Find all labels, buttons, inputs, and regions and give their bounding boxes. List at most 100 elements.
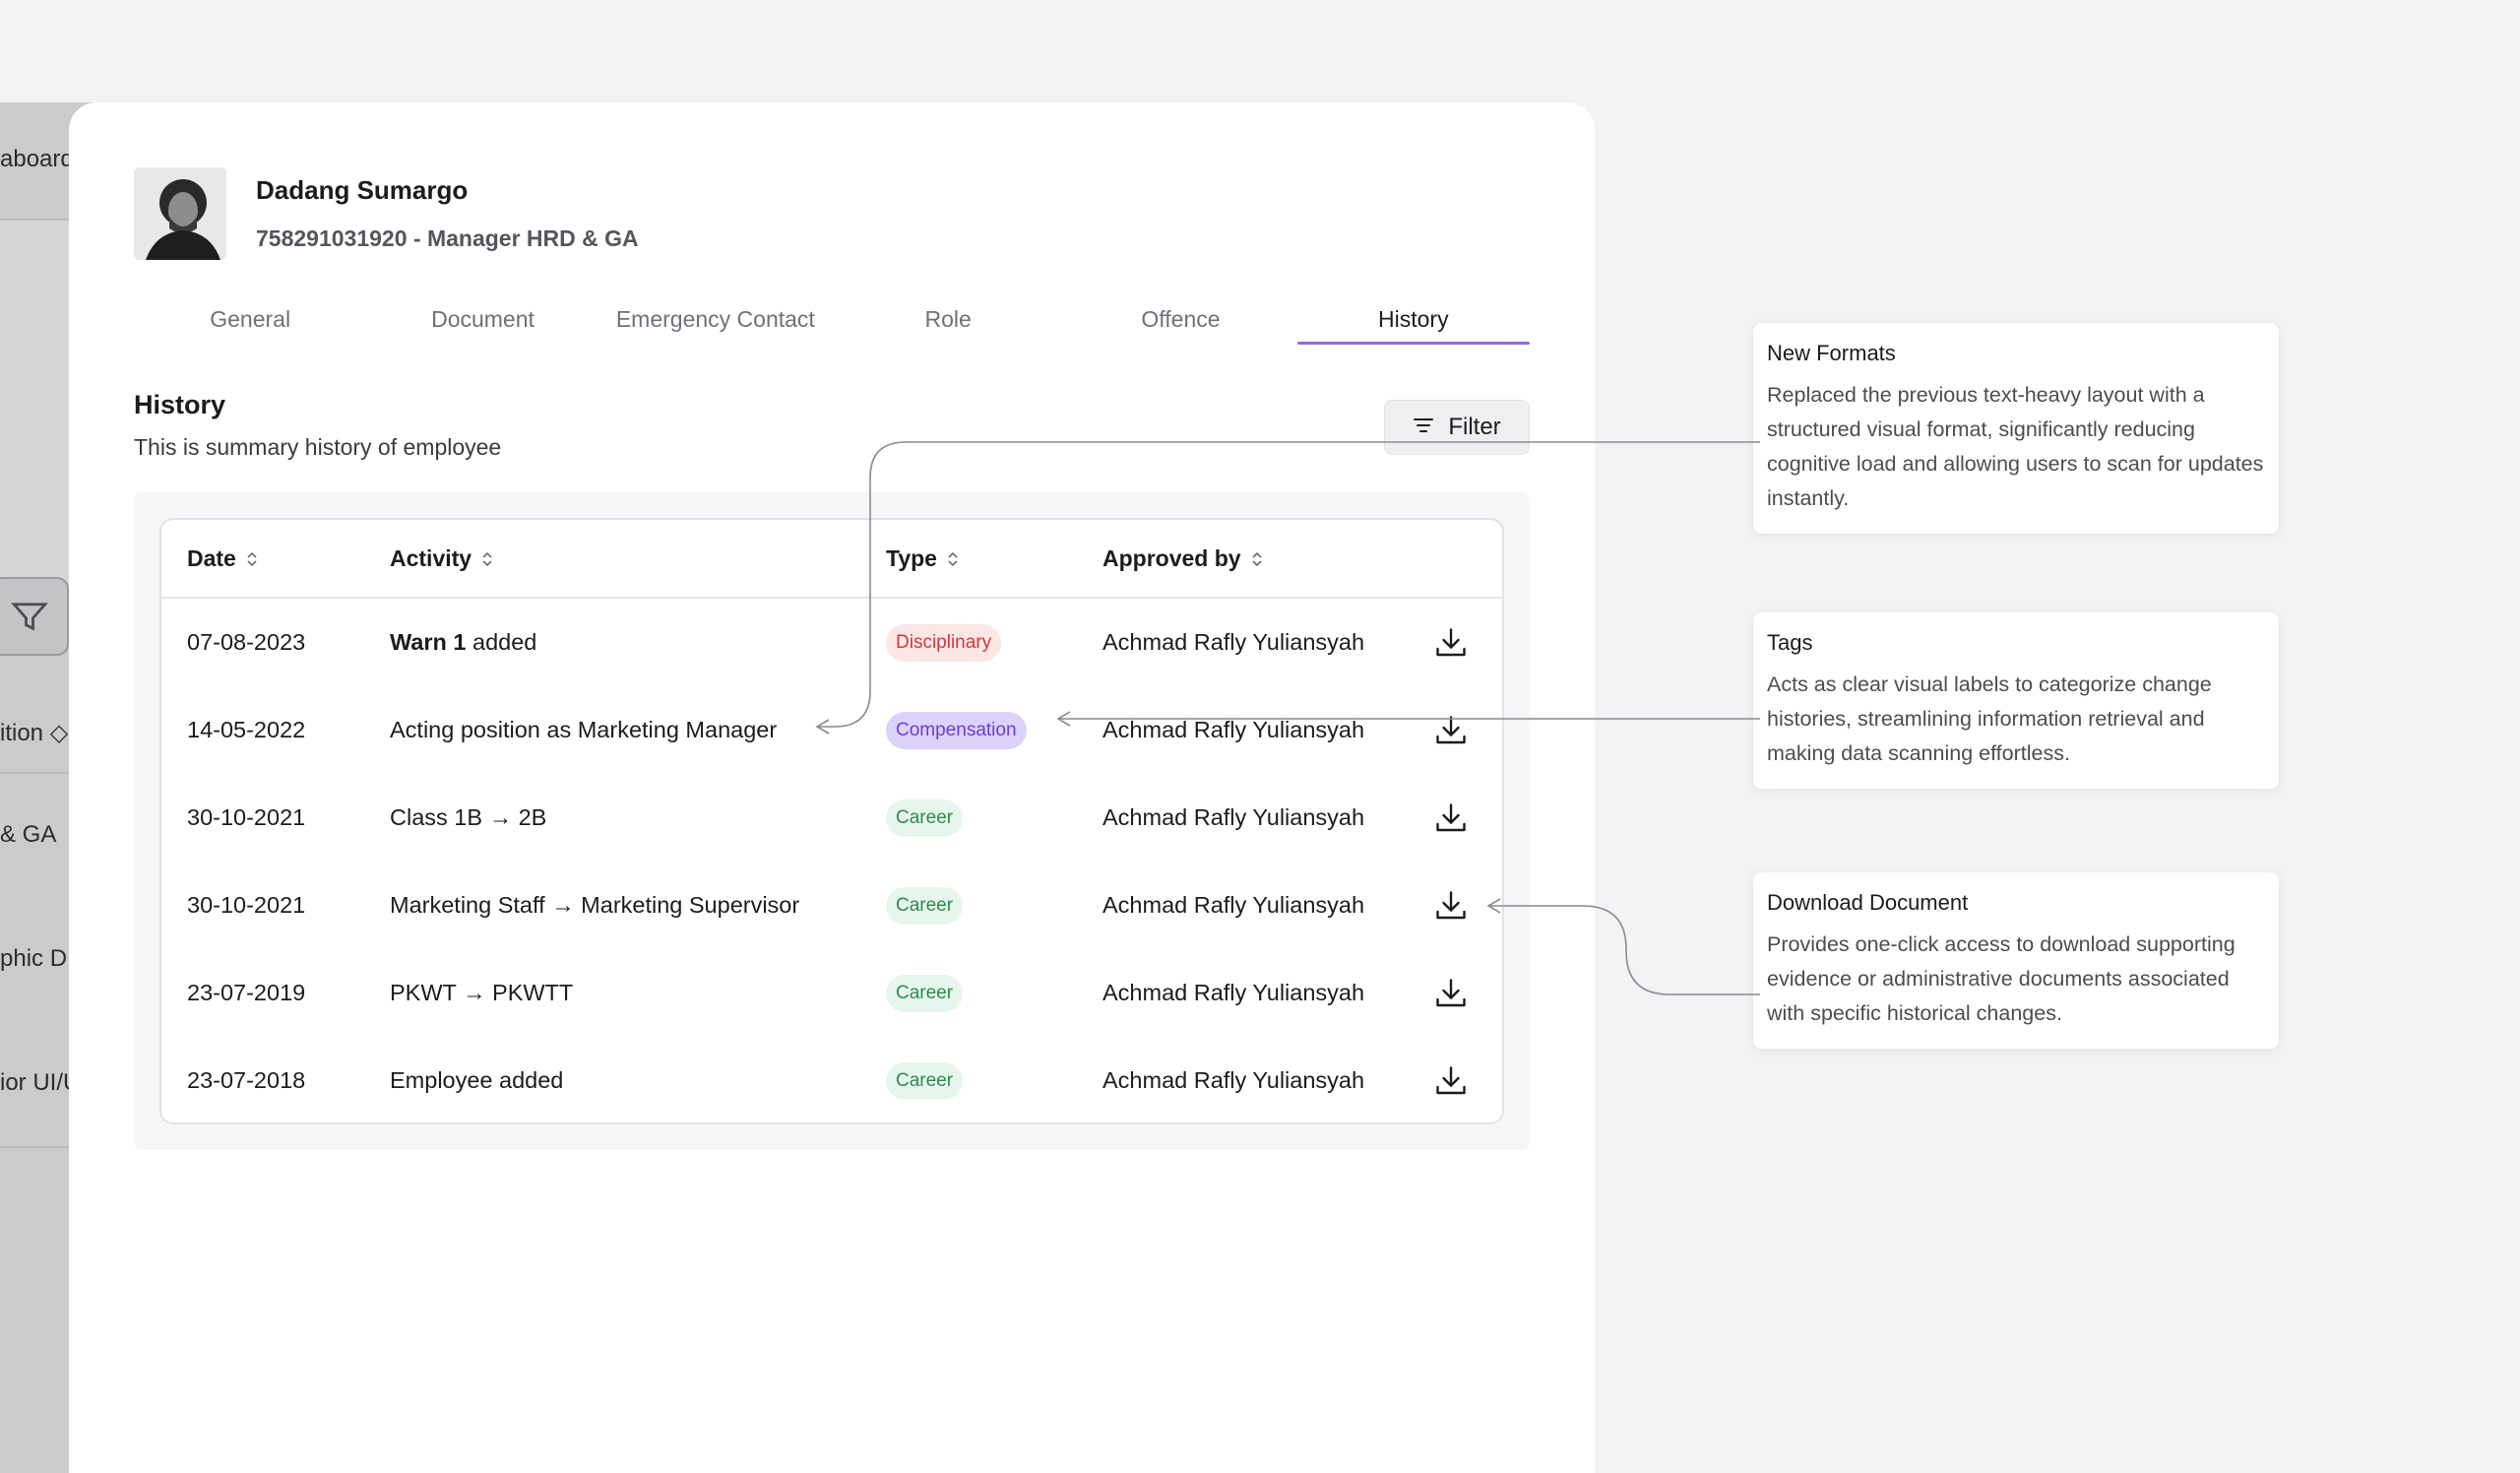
type-tag-career: Career [886, 799, 964, 837]
download-icon [1436, 1065, 1466, 1094]
cell-type: Disciplinary [886, 599, 1002, 686]
cell-date: 14-05-2022 [187, 717, 306, 742]
callout-body: Replaced the previous text-heavy layout … [1767, 383, 2264, 510]
bg-nav-label: aboard [0, 146, 74, 172]
table-row: 30-10-2021 Class 1B → 2B Career Achmad R… [161, 774, 1502, 862]
download-icon [1436, 890, 1466, 919]
tab-history[interactable]: History [1296, 297, 1531, 352]
download-button[interactable] [1431, 799, 1471, 838]
callout-title: New Formats [1767, 341, 1896, 365]
history-table-container: Date Activity Type Approved by 07-08-202… [134, 492, 1530, 1150]
cell-date: 30-10-2021 [187, 892, 306, 918]
bg-column-label: ition ◇ [0, 720, 69, 746]
tab-role[interactable]: Role [832, 297, 1064, 352]
table-row: 23-07-2019 PKWT → PKWTT Career Achmad Ra… [161, 949, 1502, 1037]
download-button[interactable] [1431, 974, 1471, 1013]
table-row: 14-05-2022 Acting position as Marketing … [161, 686, 1502, 774]
cell-download [1431, 599, 1471, 686]
profile-header: Dadang Sumargo 758291031920 - Manager HR… [134, 167, 639, 260]
table-row: 30-10-2021 Marketing Staff → Marketing S… [161, 862, 1502, 949]
header-label: Activity [390, 545, 472, 571]
cell-approved-by: Achmad Rafly Yuliansyah [1102, 717, 1365, 742]
cell-download [1431, 949, 1471, 1037]
cell-type: Compensation [886, 686, 1027, 774]
table-row: 23-07-2018 Employee added Career Achmad … [161, 1037, 1502, 1122]
filter-label: Filter [1448, 414, 1501, 440]
download-button[interactable] [1431, 623, 1471, 663]
type-tag-career: Career [886, 974, 964, 1012]
tab-emergency-contact[interactable]: Emergency Contact [599, 297, 832, 352]
divider [0, 1146, 69, 1148]
type-tag-compensation: Compensation [886, 711, 1027, 749]
callout-body: Provides one-click access to download su… [1767, 932, 2236, 1025]
callout-body: Acts as clear visual labels to categoriz… [1767, 672, 2212, 765]
callout-new-formats: New Formats Replaced the previous text-h… [1753, 323, 2279, 534]
cell-activity: Acting position as Marketing Manager [390, 717, 778, 742]
avatar [134, 167, 226, 260]
sort-icon [482, 551, 492, 566]
header-type[interactable]: Type [886, 545, 959, 572]
type-tag-career: Career [886, 886, 964, 925]
download-icon [1436, 715, 1466, 743]
history-table: Date Activity Type Approved by 07-08-202… [159, 518, 1504, 1124]
callout-title: Download Document [1767, 890, 1969, 915]
cell-type: Career [886, 862, 964, 949]
callout-tags: Tags Acts as clear visual labels to cate… [1753, 612, 2279, 789]
divider [0, 772, 69, 774]
cell-date: 07-08-2023 [187, 629, 306, 655]
filter-lines-icon [1413, 414, 1434, 441]
filter-button[interactable]: Filter [1384, 400, 1530, 455]
cell-download [1431, 862, 1471, 949]
activity-text: added [466, 629, 537, 655]
cell-approved-by: Achmad Rafly Yuliansyah [1102, 804, 1365, 830]
header-approved-by[interactable]: Approved by [1102, 545, 1263, 572]
cell-approved-by: Achmad Rafly Yuliansyah [1102, 629, 1365, 655]
cell-type: Career [886, 949, 964, 1037]
table-header: Date Activity Type Approved by [161, 520, 1502, 599]
table-row: 07-08-2023 Warn 1 added Disciplinary Ach… [161, 599, 1502, 686]
download-button[interactable] [1431, 886, 1471, 926]
type-tag-career: Career [886, 1061, 964, 1100]
cell-type: Career [886, 774, 964, 862]
bg-cell-text: phic D [0, 945, 68, 972]
employee-name: Dadang Sumargo [256, 175, 469, 205]
download-icon [1436, 627, 1466, 656]
tab-offence[interactable]: Offence [1064, 297, 1296, 352]
section-title: History [134, 390, 226, 419]
tab-document[interactable]: Document [366, 297, 598, 352]
employee-detail-card: Dadang Sumargo 758291031920 - Manager HR… [69, 102, 1595, 1473]
download-icon [1436, 802, 1466, 831]
cell-date: 30-10-2021 [187, 804, 306, 830]
bg-filter-icon [0, 577, 69, 656]
header-label: Date [187, 545, 236, 571]
cell-activity: Employee added [390, 1067, 564, 1093]
cell-download [1431, 686, 1471, 774]
cell-download [1431, 1037, 1471, 1122]
callout-title: Tags [1767, 630, 1813, 655]
header-date[interactable]: Date [187, 545, 258, 572]
activity-bold: Warn 1 [390, 629, 467, 655]
tab-bar: General Document Emergency Contact Role … [134, 297, 1531, 352]
download-icon [1436, 978, 1466, 1006]
sort-icon [1252, 551, 1262, 566]
sort-icon [247, 551, 257, 566]
header-label: Approved by [1102, 545, 1241, 571]
cell-date: 23-07-2019 [187, 980, 306, 1005]
cell-activity: Marketing Staff → Marketing Supervisor [390, 892, 800, 918]
cell-type: Career [886, 1037, 964, 1122]
tab-general[interactable]: General [134, 297, 366, 352]
download-button[interactable] [1431, 1061, 1471, 1101]
cell-approved-by: Achmad Rafly Yuliansyah [1102, 892, 1365, 918]
cell-date: 23-07-2018 [187, 1067, 306, 1093]
cell-activity: Class 1B → 2B [390, 804, 547, 830]
callout-download-document: Download Document Provides one-click acc… [1753, 872, 2279, 1049]
bg-cell-text: ior UI/U [0, 1069, 81, 1096]
header-activity[interactable]: Activity [390, 545, 493, 572]
cell-activity: Warn 1 added [390, 599, 536, 686]
bg-cell-text: & GA [0, 821, 57, 848]
employee-id-role: 758291031920 - Manager HRD & GA [256, 225, 639, 251]
download-button[interactable] [1431, 711, 1471, 750]
header-label: Type [886, 545, 937, 571]
cell-download [1431, 774, 1471, 862]
sort-icon [948, 551, 958, 566]
